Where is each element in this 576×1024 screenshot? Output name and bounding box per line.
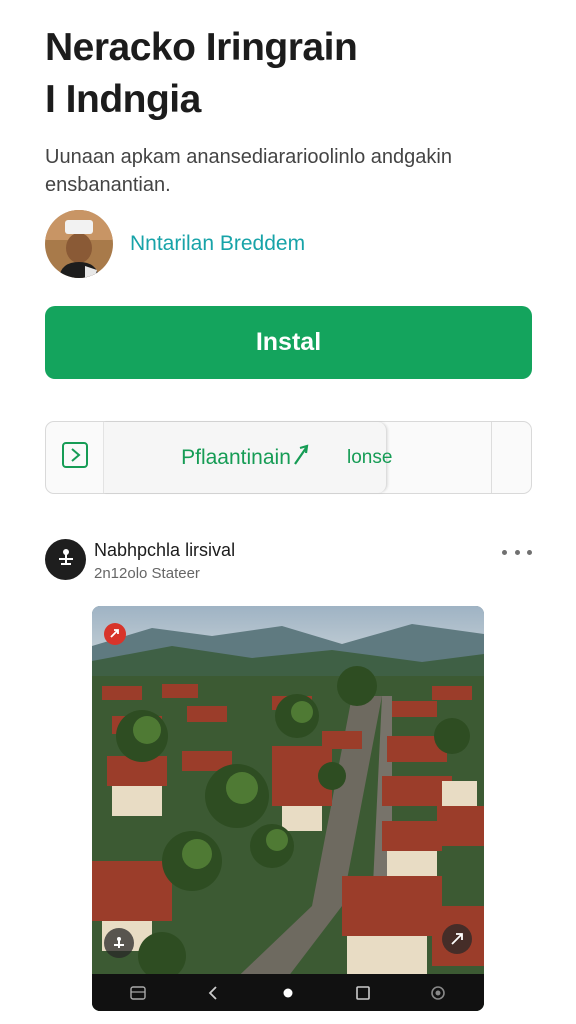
secondary-action-button[interactable]: lonse — [336, 422, 492, 493]
post-header: Nabhpchla lirsival 2n12olo Stateer — [45, 538, 532, 588]
action-icon-button[interactable] — [46, 422, 104, 493]
more-horizontal-icon[interactable] — [502, 542, 532, 562]
post-photo[interactable] — [92, 606, 484, 1011]
secondary-action-label: lonse — [347, 446, 393, 468]
record-icon[interactable] — [104, 623, 126, 645]
tool-icon — [55, 546, 77, 573]
app-description: Uunaan apkam anansediararioolinlo andgak… — [45, 143, 545, 199]
developer-avatar — [45, 210, 113, 278]
primary-action-label: Pflaantinain — [181, 445, 291, 469]
assistant-icon[interactable] — [418, 978, 458, 1008]
app-description-line-2: ensbanantian. — [45, 174, 171, 196]
post-author-name[interactable]: Nabhpchla lirsival — [94, 540, 235, 561]
menu-icon[interactable] — [118, 978, 158, 1008]
back-icon[interactable] — [193, 978, 233, 1008]
action-end-cell[interactable] — [492, 422, 533, 493]
tool-icon[interactable] — [104, 928, 134, 958]
post-timestamp: 2n12olo Stateer — [94, 565, 200, 582]
village-aerial-image — [92, 606, 484, 1011]
post-author-avatar[interactable] — [45, 539, 86, 580]
install-button[interactable]: Instal — [45, 306, 532, 379]
home-icon[interactable] — [268, 978, 308, 1008]
system-nav-bar — [92, 974, 484, 1011]
app-title-line-2: I Indngia — [45, 78, 201, 121]
developer-name[interactable]: Nntarilan Breddem — [130, 232, 305, 256]
action-bar: Pflaantinain lonse — [45, 421, 532, 494]
app-title-line-1: Neracko Iringrain — [45, 26, 358, 69]
arrow-up-right-icon — [293, 443, 309, 472]
recents-icon[interactable] — [343, 978, 383, 1008]
developer-row[interactable]: Nntarilan Breddem — [45, 210, 305, 278]
app-title: Neracko Iringrain I Indngia — [45, 22, 545, 126]
play-box-icon — [61, 441, 89, 474]
arrow-icon[interactable] — [442, 924, 472, 954]
app-description-line-1: Uunaan apkam anansediararioolinlo andgak… — [45, 146, 452, 168]
